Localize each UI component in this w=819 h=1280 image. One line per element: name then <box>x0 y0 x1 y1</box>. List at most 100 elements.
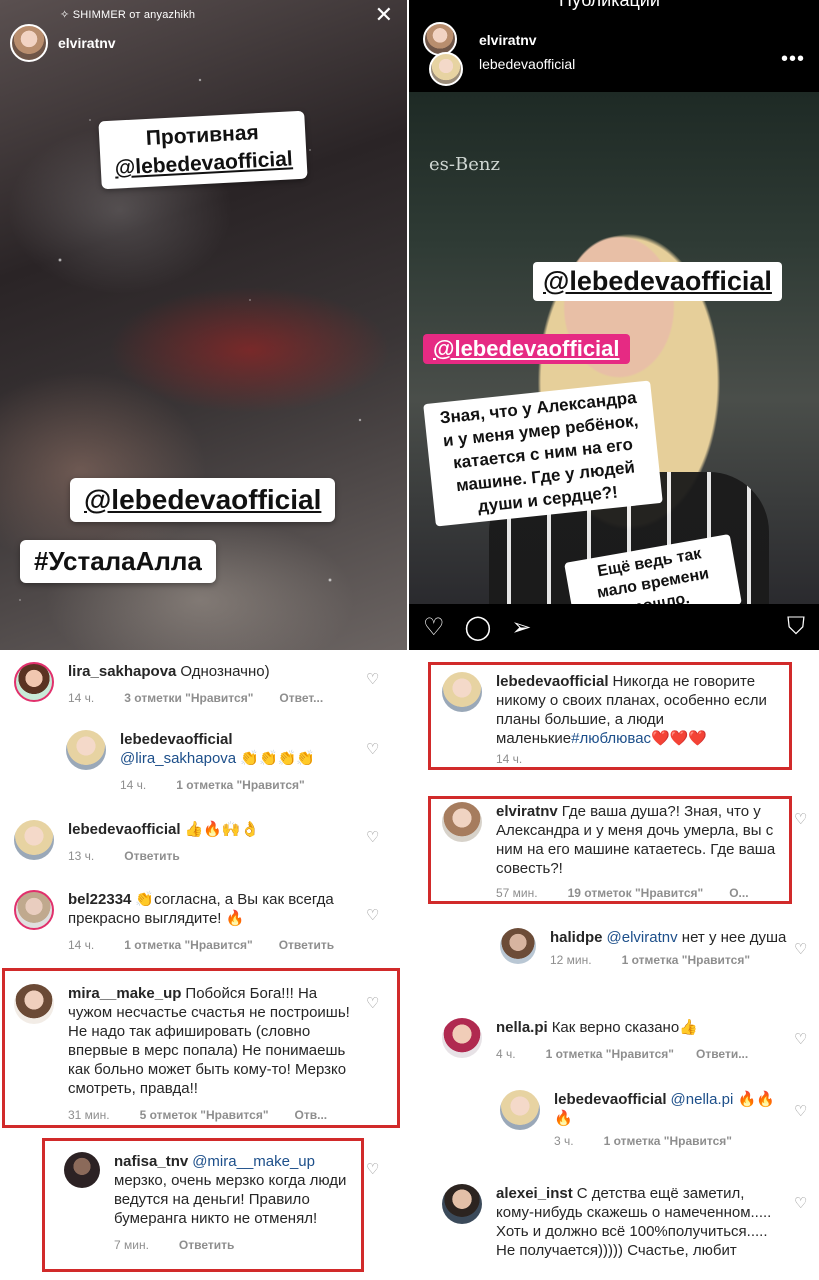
comment-emoji: ❤️❤️❤️ <box>651 730 708 747</box>
post-view: Публикации elviratnv lebedevaofficial ••… <box>409 0 819 650</box>
sticker-mention-large[interactable]: @lebedevaofficial <box>70 478 336 522</box>
bookmark-icon[interactable]: ⛉ <box>787 613 805 641</box>
like-heart-icon[interactable]: ♡ <box>366 906 379 924</box>
comment-likes[interactable]: 1 отметка "Нравится" <box>604 1134 732 1148</box>
list-item: halidpe @elviratnv нет у нее душа 12 мин.… <box>500 928 790 967</box>
comment-text: Как верно сказано👍 <box>551 1019 698 1036</box>
list-item: lebedevaofficial @nella.pi 🔥🔥🔥 3 ч. 1 отме… <box>500 1090 790 1148</box>
comment-time: 7 мин. <box>114 1238 149 1252</box>
comment-username[interactable]: lebedevaofficial <box>68 821 181 838</box>
reply-button[interactable]: Ответ... <box>279 691 323 705</box>
avatar[interactable] <box>500 928 536 964</box>
avatar[interactable] <box>423 22 457 56</box>
avatar[interactable] <box>442 1184 482 1224</box>
comment-username[interactable]: lebedevaofficial <box>496 673 609 690</box>
caption-sticker: Зная, что у Александра и у меня умер реб… <box>423 380 663 527</box>
reply-button[interactable]: Ответи... <box>696 1047 748 1061</box>
comment-time: 57 мин. <box>496 886 538 900</box>
avatar[interactable] <box>442 802 482 842</box>
mention-tag[interactable]: @lebedevaofficial <box>533 262 782 301</box>
comment-username[interactable]: elviratnv <box>496 803 558 820</box>
post-username-secondary[interactable]: lebedevaofficial <box>479 52 575 76</box>
post-header[interactable]: elviratnv lebedevaofficial <box>423 22 575 86</box>
mention-tag-pink[interactable]: @lebedevaofficial <box>423 334 630 364</box>
like-heart-icon[interactable]: ♡ <box>366 1160 379 1178</box>
avatar[interactable] <box>442 1018 482 1058</box>
like-heart-icon[interactable]: ♡ <box>366 994 379 1012</box>
avatar[interactable] <box>14 890 54 930</box>
avatar[interactable] <box>442 672 482 712</box>
comment-username[interactable]: halidpe <box>550 929 603 946</box>
comment-mention[interactable]: @elviratnv <box>607 929 678 946</box>
reply-button[interactable]: Ответить <box>179 1238 234 1252</box>
comment-likes[interactable]: 3 отметки "Нравится" <box>124 691 253 705</box>
story-username[interactable]: elviratnv <box>58 35 116 51</box>
list-item: lira_sakhapova Однозначно) 14 ч. 3 отметки… <box>14 662 354 705</box>
avatar-stack[interactable] <box>423 22 467 86</box>
comment-time: 14 ч. <box>68 691 95 705</box>
post-photo[interactable]: es-Benz @lebedevaofficial @lebedevaoffic… <box>409 92 819 604</box>
like-heart-icon[interactable]: ♡ <box>794 1030 807 1048</box>
story-left[interactable]: ✧ SHIMMER от anyazhikh ✕ elviratnv Проти… <box>0 0 407 650</box>
comment-likes[interactable]: 1 отметка "Нравится" <box>622 953 750 967</box>
like-heart-icon[interactable]: ♡ <box>794 1102 807 1120</box>
avatar[interactable] <box>14 662 54 702</box>
comment-time: 12 мин. <box>550 953 592 967</box>
comment-username[interactable]: lebedevaofficial <box>554 1091 667 1108</box>
avatar[interactable] <box>500 1090 540 1130</box>
avatar[interactable] <box>14 984 54 1024</box>
reply-button[interactable]: Ответить <box>279 938 334 952</box>
heart-icon[interactable]: ♡ <box>423 613 445 642</box>
story-header[interactable]: elviratnv <box>10 14 116 62</box>
comment-time: 31 мин. <box>68 1108 110 1122</box>
reply-button[interactable]: Отв... <box>295 1108 328 1122</box>
post-username[interactable]: elviratnv <box>479 32 537 48</box>
comment-text: нет у нее душа <box>681 929 787 946</box>
list-item: nafisa_tnv @mira__make_up мерзко, очень м… <box>64 1152 354 1252</box>
comment-hashtag[interactable]: #люблювас <box>571 730 651 747</box>
list-item: lebedevaofficial Никогда не говорите нико… <box>442 672 782 766</box>
list-item: lebedevaofficial 👍🔥🙌👌 13 ч. Ответить <box>14 820 354 863</box>
comment-text: Однозначно) <box>180 663 270 680</box>
comment-likes[interactable]: 1 отметка "Нравится" <box>124 938 252 952</box>
like-heart-icon[interactable]: ♡ <box>366 740 379 758</box>
comment-text: 👏👏👏👏 <box>240 750 316 767</box>
avatar[interactable] <box>10 24 48 62</box>
like-heart-icon[interactable]: ♡ <box>366 828 379 846</box>
list-item: mira__make_up Побойся Бога!!! На чужом не… <box>14 984 354 1122</box>
like-heart-icon[interactable]: ♡ <box>366 670 379 688</box>
comment-text: мерзко, очень мерзко когда люди ведутся … <box>114 1172 347 1227</box>
comment-username[interactable]: lira_sakhapova <box>68 663 176 680</box>
comment-likes[interactable]: 1 отметка "Нравится" <box>176 778 304 792</box>
comment-mention[interactable]: @lira_sakhapova <box>120 750 236 767</box>
comment-mention[interactable]: @mira__make_up <box>192 1153 315 1170</box>
comment-username[interactable]: lebedevaofficial <box>120 731 233 748</box>
comment-username[interactable]: alexei_inst <box>496 1185 573 1202</box>
comment-likes[interactable]: 19 отметок "Нравится" <box>568 886 704 900</box>
comment-time: 3 ч. <box>554 1134 574 1148</box>
comment-time: 14 ч. <box>496 752 523 766</box>
avatar[interactable] <box>66 730 106 770</box>
like-heart-icon[interactable]: ♡ <box>794 940 807 958</box>
comment-username[interactable]: nella.pi <box>496 1019 548 1036</box>
avatar[interactable] <box>14 820 54 860</box>
reply-button[interactable]: Ответить <box>124 849 179 863</box>
comment-icon[interactable]: ◯ <box>465 613 492 642</box>
like-heart-icon[interactable]: ♡ <box>794 1194 807 1212</box>
share-icon[interactable]: ➢ <box>511 613 531 642</box>
comment-likes[interactable]: 1 отметка "Нравится" <box>546 1047 674 1061</box>
list-item: elviratnv Где ваша душа?! Зная, что у Але… <box>442 802 782 900</box>
comment-username[interactable]: nafisa_tnv <box>114 1153 188 1170</box>
sticker-hashtag[interactable]: #УсталаАлла <box>20 540 216 583</box>
reply-button[interactable]: О... <box>729 886 748 900</box>
comment-likes[interactable]: 5 отметок "Нравится" <box>140 1108 269 1122</box>
comment-mention[interactable]: @nella.pi <box>671 1091 734 1108</box>
close-icon[interactable]: ✕ <box>375 2 393 28</box>
avatar[interactable] <box>64 1152 100 1188</box>
like-heart-icon[interactable]: ♡ <box>794 810 807 828</box>
more-options-icon[interactable]: ••• <box>781 48 805 71</box>
list-item: lebedevaofficial @lira_sakhapova 👏👏👏👏 14 … <box>66 730 356 792</box>
comment-username[interactable]: mira__make_up <box>68 985 181 1002</box>
avatar[interactable] <box>429 52 463 86</box>
comment-username[interactable]: bel22334 <box>68 891 131 908</box>
